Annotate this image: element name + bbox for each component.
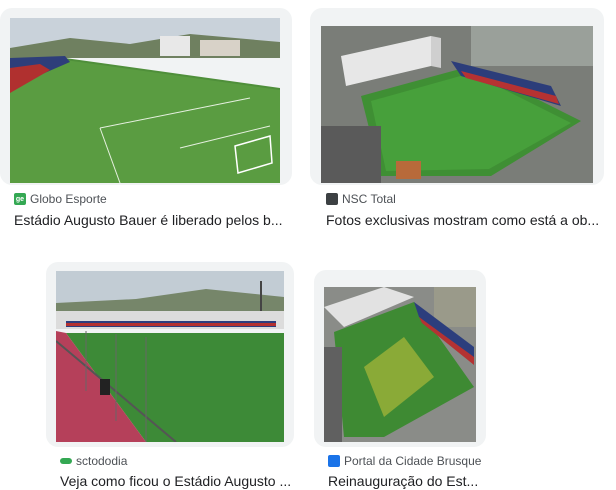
sctododia-favicon-icon <box>60 458 72 464</box>
source-name: Portal da Cidade Brusque <box>344 454 482 468</box>
source-name: Globo Esporte <box>30 192 107 206</box>
image-thumbnail-frame[interactable] <box>314 270 486 447</box>
image-result-card[interactable]: NSC Total Fotos exclusivas mostram como … <box>310 0 616 240</box>
result-title-link[interactable]: Estádio Augusto Bauer é liberado pelos b… <box>14 212 300 228</box>
image-result-card[interactable]: ge Globo Esporte Estádio Augusto Bauer é… <box>0 0 300 240</box>
source-line[interactable]: NSC Total <box>326 192 396 206</box>
image-thumbnail-frame[interactable] <box>0 8 292 185</box>
globo-esporte-favicon-icon: ge <box>14 193 26 205</box>
source-line[interactable]: ge Globo Esporte <box>14 192 107 206</box>
result-title-link[interactable]: Fotos exclusivas mostram como está a ob.… <box>326 212 616 228</box>
source-line[interactable]: Portal da Cidade Brusque <box>328 454 481 468</box>
portal-da-cidade-favicon-icon <box>328 455 340 467</box>
image-thumbnail-frame[interactable] <box>310 8 604 185</box>
source-name: sctododia <box>76 454 128 468</box>
source-name: NSC Total <box>342 192 396 206</box>
stadium-image[interactable] <box>10 18 280 183</box>
image-result-card[interactable]: sctododia Veja como ficou o Estádio Augu… <box>46 262 304 490</box>
stadium-image[interactable] <box>56 271 284 442</box>
image-thumbnail-frame[interactable] <box>46 262 294 447</box>
source-line[interactable]: sctododia <box>60 454 127 468</box>
stadium-image[interactable] <box>324 287 476 442</box>
result-title-link[interactable]: Reinauguração do Est... <box>328 473 504 489</box>
result-title-link[interactable]: Veja como ficou o Estádio Augusto ... <box>60 473 304 489</box>
image-result-card[interactable]: Portal da Cidade Brusque Reinauguração d… <box>314 262 504 490</box>
stadium-image[interactable] <box>321 26 593 183</box>
nsc-total-favicon-icon <box>326 193 338 205</box>
